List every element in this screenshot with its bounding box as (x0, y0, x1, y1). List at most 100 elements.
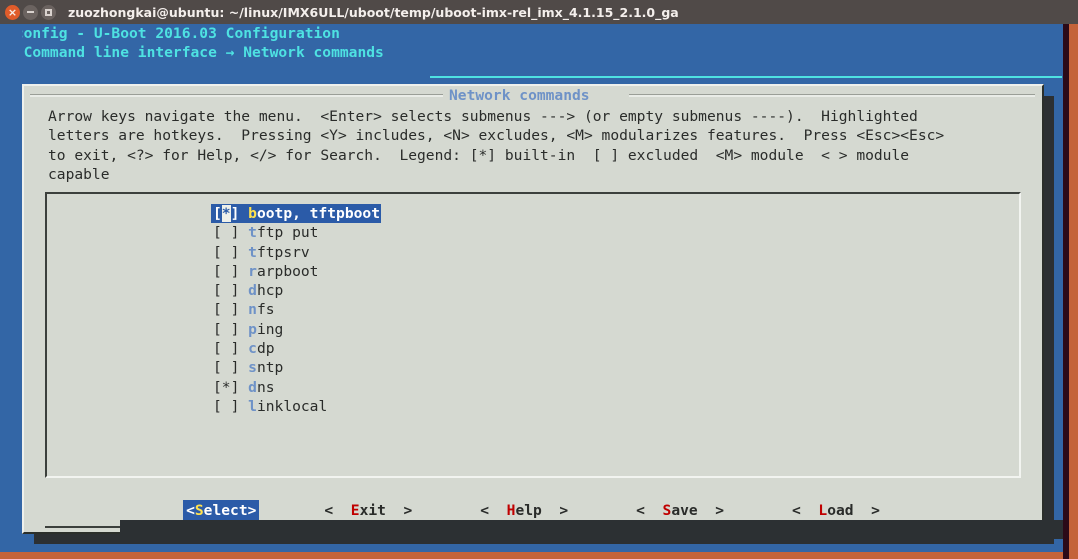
button-right-bracket: > (853, 502, 880, 519)
menu-item-checkbox-state: * (221, 378, 231, 396)
menu-item-bracket-close: ] (230, 262, 249, 280)
menu-item-checkbox-state (222, 282, 231, 299)
button-left-bracket: < (324, 502, 351, 519)
menu-item[interactable]: [ ] cdp (211, 339, 276, 358)
menu-item-bracket-open: [ (213, 301, 222, 319)
menu-item-hotkey: r (248, 262, 257, 280)
menu-item[interactable]: [ ] sntp (211, 358, 284, 377)
dialog-button-row: <Select> < Exit > < Help > < Save > < Load > (24, 500, 1042, 521)
button-left-bracket: < (792, 502, 819, 519)
dialog-button-exit[interactable]: < Exit > (321, 500, 415, 521)
button-left-bracket: < (480, 502, 507, 519)
dialog-help-text: Arrow keys navigate the menu. <Enter> se… (48, 108, 945, 183)
menu-item-bracket-open: [ (213, 320, 222, 338)
button-hotkey: E (350, 502, 360, 519)
window-title: zuozhongkai@ubuntu: ~/linux/IMX6ULL/uboo… (68, 4, 679, 20)
menu-item-bracket-close: ] (230, 378, 249, 396)
close-icon[interactable]: × (5, 4, 20, 20)
menu-item-bracket-close: ] (230, 205, 249, 222)
menu-item-hotkey: n (248, 301, 257, 319)
menu-item-checkbox-state: * (221, 205, 231, 222)
menu-item-label: dp (256, 340, 275, 358)
menu-item-bracket-open: [ (213, 359, 222, 377)
menuconfig-dialog: Network commands Arrow keys navigate the… (22, 84, 1044, 534)
button-left-bracket: < (636, 502, 663, 519)
menu-item[interactable]: [ ] tftpsrv (211, 243, 311, 262)
menu-item-label: arpboot (256, 262, 319, 280)
menu-item[interactable]: [ ] nfs (211, 300, 276, 319)
menu-item-checkbox-state (222, 224, 231, 241)
menu-item-hotkey: c (248, 340, 257, 358)
menu-item-checkbox-state (222, 340, 231, 357)
menu-item[interactable]: [ ] linklocal (211, 397, 328, 416)
menu-item-label: fs (256, 301, 275, 319)
menu-item-hotkey: p (248, 320, 257, 338)
menu-item-label: hcp (256, 282, 284, 300)
button-label: elp (515, 502, 542, 519)
menu-item-label: inklocal (256, 397, 328, 415)
window-titlebar: × zuozhongkai@ubuntu: ~/linux/IMX6ULL/ub… (0, 0, 1078, 24)
kconfig-header-title: .config - U-Boot 2016.03 Configuration (6, 25, 340, 42)
menu-item[interactable]: [*] dns (211, 378, 276, 397)
menu-item-checkbox-state (222, 359, 231, 376)
dialog-button-help[interactable]: < Help > (477, 500, 571, 521)
menu-item-checkbox-state (222, 398, 231, 415)
breadcrumb: → Command line interface → Network comma… (6, 44, 384, 61)
menu-item-hotkey: b (248, 205, 257, 222)
menu-item[interactable]: [ ] dhcp (211, 281, 284, 300)
terminal-content: .config - U-Boot 2016.03 Configuration →… (0, 24, 1069, 552)
button-right-bracket: > (697, 502, 725, 519)
button-hotkey: L (818, 502, 828, 519)
dialog-button-load[interactable]: < Load > (789, 500, 883, 521)
menu-item-hotkey: t (248, 224, 257, 242)
menu-item-hotkey: d (248, 378, 257, 396)
menu-item-bracket-close: ] (230, 243, 249, 261)
minimize-icon[interactable] (23, 4, 38, 20)
menu-item-label: ing (256, 320, 284, 338)
menu-item-bracket-close: ] (230, 320, 249, 338)
screen-root: × zuozhongkai@ubuntu: ~/linux/IMX6ULL/ub… (0, 0, 1078, 559)
dialog-title: Network commands (449, 87, 590, 104)
dialog-title-rule-left (30, 94, 443, 97)
menu-item-checkbox-state (222, 263, 231, 280)
menu-item-checkbox-state (222, 244, 231, 261)
menu-item-bracket-close: ] (230, 397, 249, 415)
menu-item-checkbox-state (222, 301, 231, 318)
maximize-glyph (45, 8, 52, 16)
button-right-bracket: > (385, 502, 413, 519)
terminal-bottom-shadow (120, 520, 1069, 539)
menu-item-bracket-open: [ (213, 243, 222, 261)
button-right-bracket: > (541, 502, 569, 519)
terminal-right-edge (1063, 24, 1069, 559)
menu-item[interactable]: [ ] rarpboot (211, 262, 319, 281)
menu-item-hotkey: d (248, 282, 257, 300)
minimize-glyph (27, 11, 34, 13)
menu-item-bracket-open: [ (213, 397, 222, 415)
menu-item-bracket-close: ] (230, 359, 249, 377)
menu-item-bracket-open: [ (213, 282, 222, 300)
window-controls: × (5, 4, 56, 20)
close-glyph: × (7, 5, 18, 19)
menu-item-bracket-open: [ (213, 378, 222, 396)
menu-item-bracket-close: ] (230, 282, 249, 300)
menu-listbox[interactable]: [*] bootp, tftpboot[ ] tftp put[ ] tftps… (45, 192, 1021, 478)
menu-item-list: [*] bootp, tftpboot[ ] tftp put[ ] tftps… (211, 204, 381, 416)
button-hotkey: S (194, 502, 204, 519)
menu-item[interactable]: [*] bootp, tftpboot (211, 204, 381, 224)
menu-item-bracket-open: [ (213, 340, 222, 358)
menu-item[interactable]: [ ] tftp put (211, 223, 319, 242)
button-right-bracket: > (247, 502, 257, 519)
maximize-icon[interactable] (41, 4, 56, 20)
menu-item-bracket-open: [ (213, 205, 222, 222)
menu-item[interactable]: [ ] ping (211, 320, 284, 339)
menu-item-bracket-open: [ (213, 224, 222, 242)
menu-item-label: ftp put (256, 224, 319, 242)
button-label: ave (671, 502, 698, 519)
terminal-left-edge (0, 24, 22, 552)
menu-item-bracket-close: ] (230, 224, 249, 242)
button-hotkey: S (662, 502, 672, 519)
menu-item-checkbox-state (222, 321, 231, 338)
dialog-button-save[interactable]: < Save > (633, 500, 727, 521)
dialog-button-select[interactable]: <Select> (183, 500, 260, 521)
dialog-title-rule-right (629, 94, 1035, 97)
